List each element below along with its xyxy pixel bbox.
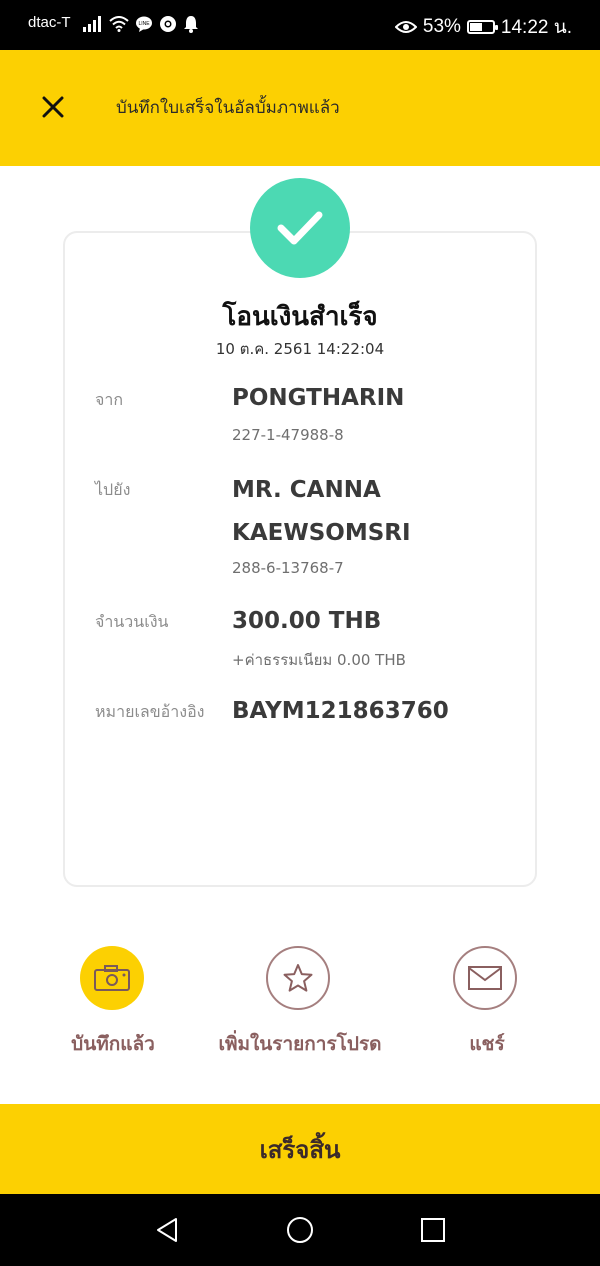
share-action[interactable]: แชร์	[387, 946, 587, 1056]
nav-recents-button[interactable]	[415, 1212, 451, 1248]
favorite-label: เพิ่มในรายการโปรด	[218, 1033, 382, 1055]
saved-label: บันทึกแล้ว	[71, 1033, 155, 1055]
share-label: แชร์	[469, 1033, 505, 1055]
nav-home-button[interactable]	[282, 1212, 318, 1248]
to-name-line2: KAEWSOMSRI	[232, 520, 411, 546]
success-title: โอนเงินสำเร็จ	[222, 302, 378, 332]
clock: 14:22 น.	[500, 17, 572, 38]
fee-text: +ค่าธรรมเนียม 0.00 THB	[232, 651, 406, 669]
eye-comfort-icon	[394, 21, 417, 33]
line-app-icon: LINE	[136, 16, 152, 32]
to-account: 288-6-13768-7	[232, 559, 344, 577]
wifi-icon	[109, 16, 129, 32]
system-nav-bar	[0, 1194, 600, 1266]
home-icon	[287, 1217, 313, 1243]
to-name-line1: MR. CANNA	[232, 477, 381, 503]
notification-bell-icon	[184, 16, 198, 33]
header-bar: บันทึกใบเสร็จในอัลบั้มภาพแล้ว	[0, 50, 600, 166]
from-label: จาก	[95, 390, 124, 409]
signal-icon	[83, 16, 101, 32]
saved-action[interactable]: บันทึกแล้ว	[13, 946, 213, 1056]
check-icon	[277, 211, 323, 245]
favorite-button[interactable]	[266, 946, 330, 1010]
close-button[interactable]	[36, 90, 70, 124]
close-icon	[42, 96, 64, 118]
battery-icon	[466, 20, 498, 34]
nav-back-button[interactable]	[149, 1212, 185, 1248]
from-account: 227-1-47988-8	[232, 426, 344, 444]
mail-icon	[468, 966, 502, 990]
carrier-name: dtac-T	[28, 14, 71, 31]
reference-value: BAYM121863760	[232, 698, 449, 724]
share-button[interactable]	[453, 946, 517, 1010]
amount-label: จำนวนเงิน	[95, 612, 169, 631]
done-button[interactable]: เสร็จสิ้น	[0, 1104, 600, 1194]
back-icon	[157, 1218, 177, 1242]
favorite-action[interactable]: เพิ่มในรายการโปรด	[200, 946, 400, 1056]
status-right: 53% 14:22 น.	[394, 12, 572, 42]
svg-text:LINE: LINE	[138, 21, 150, 27]
status-icons: LINE	[83, 14, 199, 34]
status-bar: dtac-T LINE 53% 14:22 น.	[0, 0, 600, 50]
saved-button[interactable]	[80, 946, 144, 1010]
chrome-icon	[160, 16, 176, 32]
transfer-datetime: 10 ต.ค. 2561 14:22:04	[215, 340, 385, 358]
camera-icon	[94, 965, 130, 991]
star-icon	[283, 964, 313, 992]
from-name: PONGTHARIN	[232, 385, 405, 411]
recents-icon	[421, 1218, 445, 1242]
battery-percent: 53%	[422, 16, 461, 37]
to-label: ไปยัง	[95, 480, 131, 499]
amount-value: 300.00 THB	[232, 608, 382, 634]
header-title: บันทึกใบเสร็จในอัลบั้มภาพแล้ว	[116, 98, 340, 118]
reference-label: หมายเลขอ้างอิง	[95, 702, 205, 721]
success-badge	[250, 178, 350, 278]
